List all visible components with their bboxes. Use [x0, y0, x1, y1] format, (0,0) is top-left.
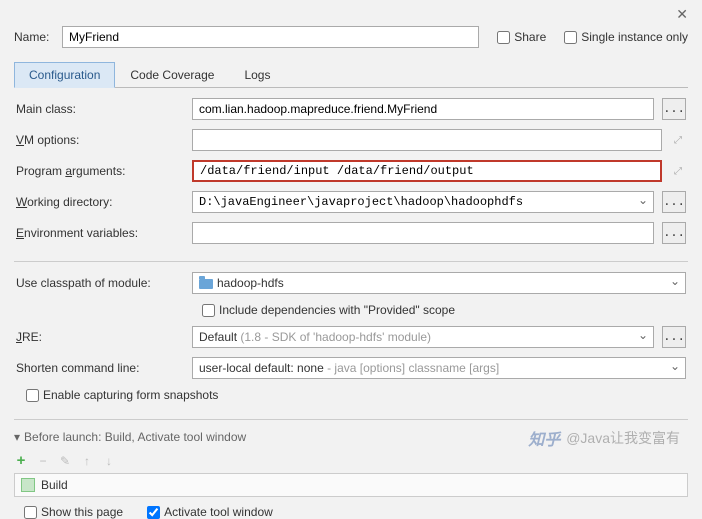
vm-options-label: VM options: [16, 133, 184, 147]
tab-logs[interactable]: Logs [229, 62, 285, 88]
down-button[interactable]: ↓ [102, 454, 116, 468]
include-deps-checkbox[interactable]: Include dependencies with "Provided" sco… [202, 303, 455, 317]
enable-capture-checkbox[interactable]: Enable capturing form snapshots [26, 388, 218, 402]
classpath-label: Use classpath of module: [16, 276, 184, 290]
close-icon[interactable]: ✕ [676, 6, 688, 23]
program-args-input[interactable] [192, 160, 662, 182]
classpath-select[interactable]: hadoop-hdfs [192, 272, 686, 294]
working-dir-browse-button[interactable]: ... [662, 191, 686, 213]
tab-code-coverage[interactable]: Code Coverage [115, 62, 229, 88]
show-this-page-checkbox[interactable]: Show this page [24, 505, 123, 519]
shorten-label: Shorten command line: [16, 361, 184, 375]
shorten-select[interactable]: user-local default: none - java [options… [192, 357, 686, 379]
expand-icon[interactable]: ⤢ [670, 166, 686, 177]
main-class-browse-button[interactable]: ... [662, 98, 686, 120]
program-args-label: Program arguments: [16, 164, 184, 178]
before-launch-title[interactable]: ▾Before launch: Build, Activate tool win… [14, 424, 688, 450]
up-button[interactable]: ↑ [80, 454, 94, 468]
env-vars-browse-button[interactable]: ... [662, 222, 686, 244]
build-icon [21, 478, 35, 492]
remove-button[interactable]: − [36, 454, 50, 468]
share-checkbox[interactable]: Share [497, 30, 546, 44]
main-class-label: Main class: [16, 102, 184, 116]
expand-icon[interactable]: ⤢ [670, 135, 686, 146]
name-label: Name: [14, 30, 54, 44]
edit-button[interactable]: ✎ [58, 454, 72, 468]
working-dir-label: Working directory: [16, 195, 184, 209]
build-task[interactable]: Build [14, 473, 688, 497]
env-vars-label: Environment variables: [16, 226, 184, 240]
main-class-input[interactable] [192, 98, 654, 120]
jre-label: JRE: [16, 330, 184, 344]
env-vars-input[interactable] [192, 222, 654, 244]
activate-tool-checkbox[interactable]: Activate tool window [147, 505, 273, 519]
folder-icon [199, 279, 213, 289]
working-dir-input[interactable] [192, 191, 654, 213]
name-input[interactable] [62, 26, 479, 48]
jre-select[interactable]: Default (1.8 - SDK of 'hadoop-hdfs' modu… [192, 326, 654, 348]
jre-browse-button[interactable]: ... [662, 326, 686, 348]
tab-configuration[interactable]: Configuration [14, 62, 115, 88]
add-button[interactable]: + [14, 452, 28, 469]
single-instance-checkbox[interactable]: Single instance only [564, 30, 688, 44]
vm-options-input[interactable] [192, 129, 662, 151]
